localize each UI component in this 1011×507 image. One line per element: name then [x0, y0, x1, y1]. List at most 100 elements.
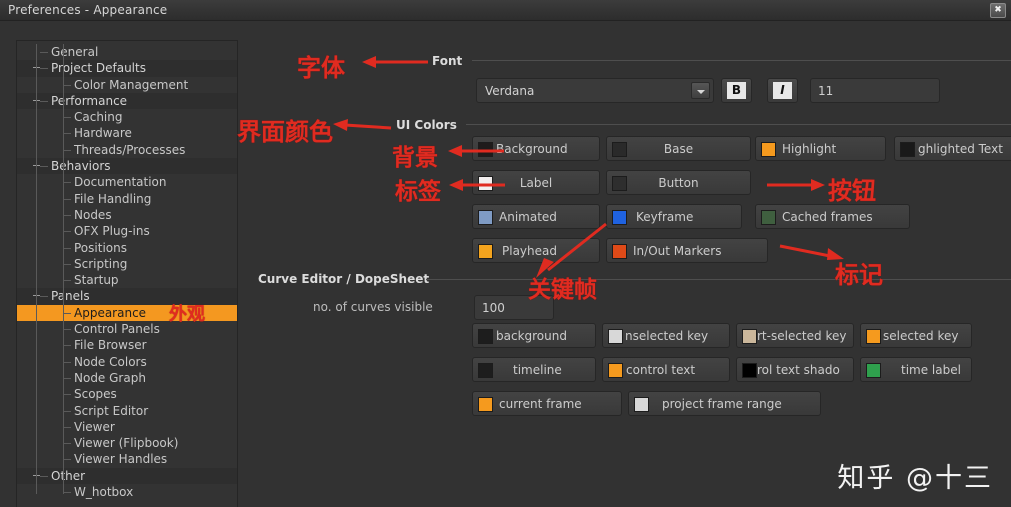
font-family-select[interactable]: Verdana: [476, 78, 714, 103]
color-button-time-label[interactable]: time label: [860, 357, 972, 382]
color-swatch-highlighted-text[interactable]: [900, 142, 915, 157]
color-swatch-background[interactable]: [478, 329, 493, 344]
font-italic-toggle[interactable]: I: [767, 78, 798, 103]
sidebar-item-file-browser[interactable]: File Browser: [17, 337, 237, 353]
tree-connector: [63, 231, 71, 233]
sidebar-item-positions[interactable]: Positions: [17, 240, 237, 256]
tree-connector: [63, 312, 71, 314]
tree-connector: [63, 377, 71, 379]
color-swatch-time-label[interactable]: [866, 363, 881, 378]
font-size-input[interactable]: 11: [810, 78, 940, 103]
sidebar-item-hardware[interactable]: Hardware: [17, 125, 237, 141]
color-swatch-keyframe[interactable]: [612, 210, 627, 225]
color-swatch-selected-key[interactable]: [866, 329, 881, 344]
color-swatch-current-frame[interactable]: [478, 397, 493, 412]
tree-connector: [63, 263, 71, 265]
sidebar-item-w-hotbox[interactable]: W_hotbox: [17, 484, 237, 500]
color-button-label: control text: [626, 363, 696, 377]
color-button-label: current frame: [499, 397, 582, 411]
sidebar-item-performance[interactable]: Performance: [17, 92, 237, 110]
sidebar-item-label: File Browser: [74, 338, 147, 353]
font-family-value: Verdana: [485, 84, 535, 98]
annotation-arrow-background: [448, 145, 504, 157]
color-button-label: In/Out Markers: [633, 244, 722, 258]
color-swatch-animated[interactable]: [478, 210, 493, 225]
color-button-in-out-markers[interactable]: In/Out Markers: [606, 238, 768, 263]
annotation-markers: 标记: [835, 261, 883, 289]
color-swatch-control-text-shadow[interactable]: [742, 363, 757, 378]
sidebar-item-startup[interactable]: Startup: [17, 272, 237, 288]
sidebar-item-behaviors[interactable]: Behaviors: [17, 158, 237, 175]
color-swatch-timeline[interactable]: [478, 363, 493, 378]
sidebar-item-label: Caching: [74, 110, 123, 125]
sidebar-item-general[interactable]: General: [17, 44, 237, 60]
sidebar-item-color-management[interactable]: Color Management: [17, 77, 237, 93]
sidebar-item-node-colors[interactable]: Node Colors: [17, 354, 237, 370]
color-button-control-text-shadow[interactable]: rol text shado: [736, 357, 854, 382]
sidebar-item-viewer-flipbook[interactable]: Viewer (Flipbook): [17, 435, 237, 451]
color-button-selected-key[interactable]: selected key: [860, 323, 972, 348]
sidebar-item-label: General: [51, 45, 99, 59]
sidebar-item-script-editor[interactable]: Script Editor: [17, 403, 237, 419]
color-button-highlight[interactable]: Highlight: [755, 136, 886, 161]
sidebar-item-scopes[interactable]: Scopes: [17, 386, 237, 402]
color-swatch-unselected-key[interactable]: [608, 329, 623, 344]
curves-visible-label: no. of curves visible: [313, 300, 433, 314]
close-icon[interactable]: ✖: [990, 3, 1006, 18]
color-button-label: time label: [901, 363, 961, 377]
sidebar-item-file-handling[interactable]: File Handling: [17, 191, 237, 207]
color-swatch-cached-frames[interactable]: [761, 210, 776, 225]
font-group-rule: [472, 60, 1011, 61]
color-swatch-control-text[interactable]: [608, 363, 623, 378]
preferences-window: Preferences - Appearance ✖ General Projec…: [0, 0, 1011, 507]
sidebar-item-viewer-handles[interactable]: Viewer Handles: [17, 451, 237, 467]
color-button-cached-frames[interactable]: Cached frames: [755, 204, 910, 229]
sidebar-item-documentation[interactable]: Documentation: [17, 174, 237, 190]
sidebar-item-other[interactable]: Other: [17, 467, 237, 485]
color-button-base[interactable]: Base: [606, 136, 751, 161]
sidebar-item-ofx-plug-ins[interactable]: OFX Plug-ins: [17, 223, 237, 239]
sidebar-item-scripting[interactable]: Scripting: [17, 256, 237, 272]
tree-guide-level1: [63, 44, 64, 495]
color-button-control-text[interactable]: control text: [602, 357, 730, 382]
sidebar-item-caching[interactable]: Caching: [17, 109, 237, 125]
sidebar-item-viewer[interactable]: Viewer: [17, 419, 237, 435]
color-swatch-in-out-markers[interactable]: [612, 244, 627, 259]
color-button-part-selected-key[interactable]: rt-selected key: [736, 323, 854, 348]
sidebar-item-label: File Handling: [74, 191, 152, 206]
tree-connector: [63, 410, 71, 412]
color-button-project-frame-range[interactable]: project frame range: [628, 391, 821, 416]
color-button-label: Background: [496, 142, 568, 156]
preferences-category-tree[interactable]: General Project Defaults Color Management P…: [16, 40, 238, 507]
tree-connector: [63, 182, 71, 184]
font-bold-toggle[interactable]: B: [721, 78, 752, 103]
color-button-button[interactable]: Button: [606, 170, 751, 195]
tree-connector: [63, 117, 71, 119]
color-button-timeline[interactable]: timeline: [472, 357, 596, 382]
sidebar-item-label: Scripting: [74, 256, 128, 271]
color-button-highlighted-text[interactable]: ghlighted Text: [894, 136, 1011, 161]
color-swatch-playhead[interactable]: [478, 244, 493, 259]
sidebar-item-project-defaults[interactable]: Project Defaults: [17, 60, 237, 77]
chevron-down-icon[interactable]: [691, 82, 710, 99]
sidebar-item-label: Node Graph: [74, 370, 146, 385]
sidebar-item-label: Threads/Processes: [74, 142, 186, 157]
color-button-background[interactable]: background: [472, 323, 596, 348]
color-swatch-project-frame-range[interactable]: [634, 397, 649, 412]
color-swatch-part-selected-key[interactable]: [742, 329, 757, 344]
color-button-keyframe[interactable]: Keyframe: [606, 204, 742, 229]
color-button-label: rol text shado: [757, 363, 840, 377]
color-button-label: project frame range: [662, 397, 782, 411]
color-button-current-frame[interactable]: current frame: [472, 391, 622, 416]
title-bar: Preferences - Appearance ✖: [0, 0, 1011, 21]
sidebar-item-label: Documentation: [74, 175, 167, 190]
sidebar-item-nodes[interactable]: Nodes: [17, 207, 237, 223]
sidebar-item-threads-processes[interactable]: Threads/Processes: [17, 142, 237, 158]
sidebar-item-label: Behaviors: [51, 159, 111, 174]
color-button-unselected-key[interactable]: nselected key: [602, 323, 730, 348]
color-swatch-highlight[interactable]: [761, 142, 776, 157]
color-button-label: Base: [663, 142, 694, 156]
color-button-label: Button: [658, 176, 699, 190]
tree-connector: [63, 280, 71, 282]
sidebar-item-node-graph[interactable]: Node Graph: [17, 370, 237, 386]
